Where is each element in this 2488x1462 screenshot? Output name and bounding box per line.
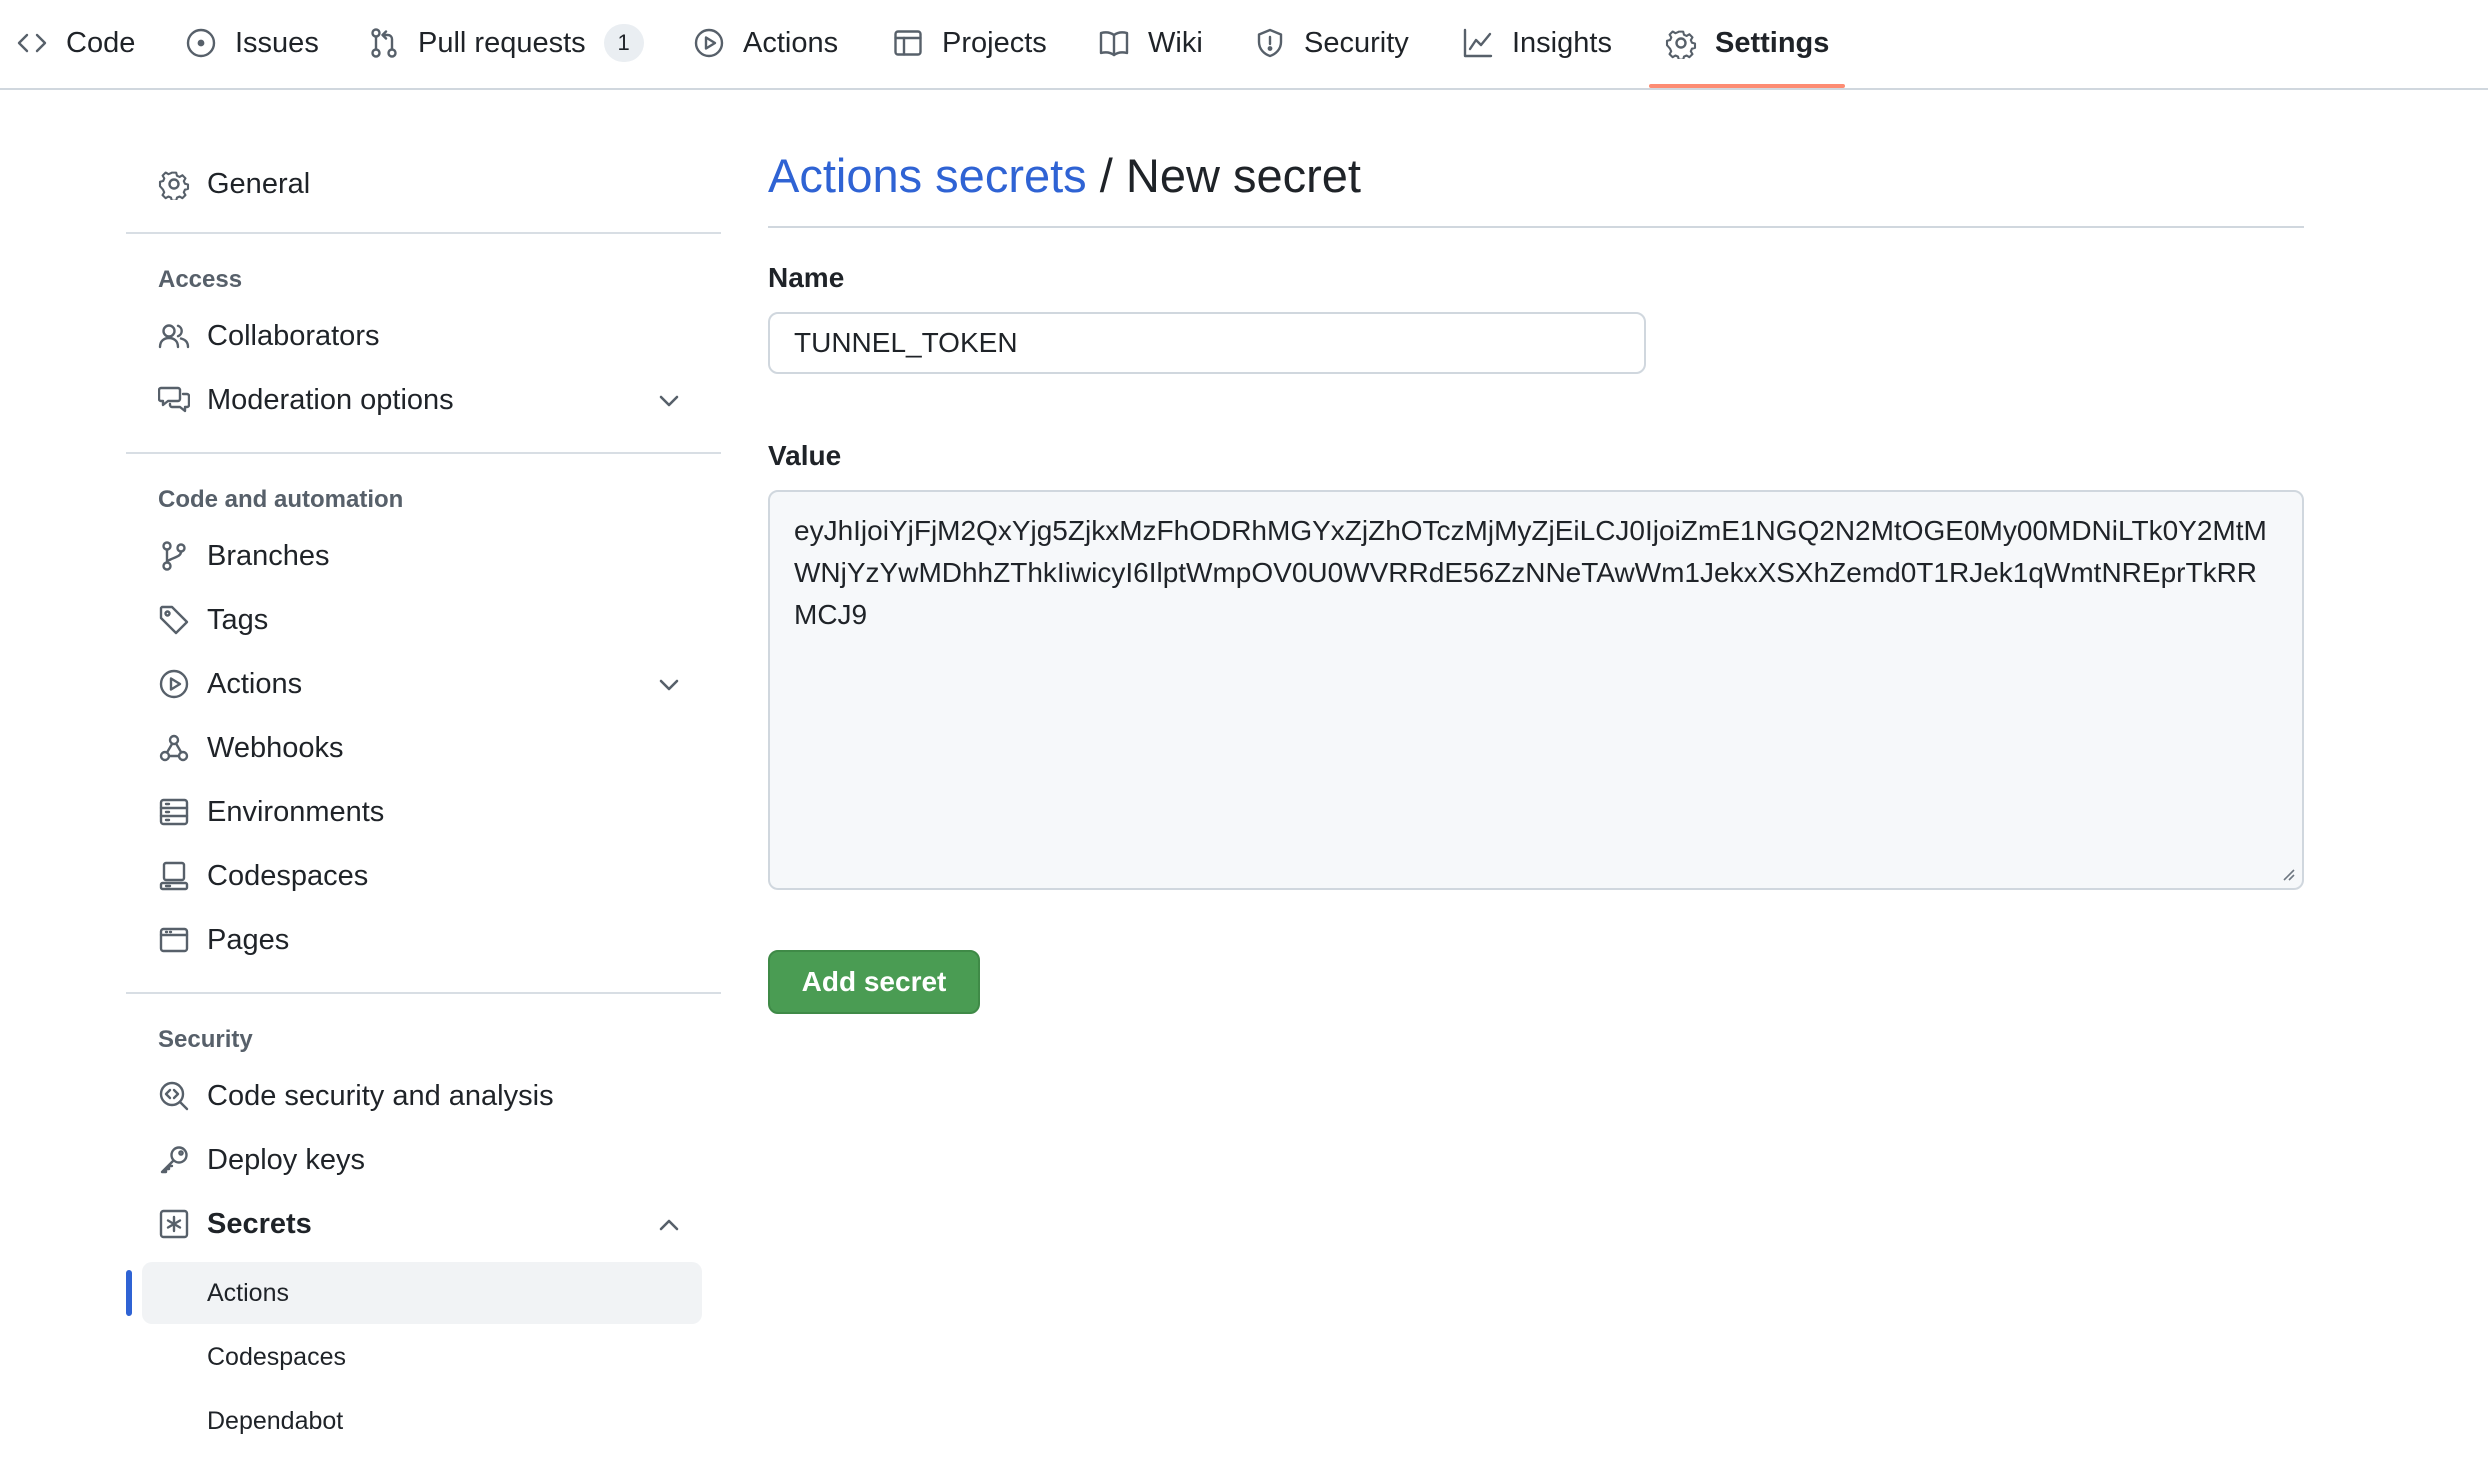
comment-discussion-icon	[158, 384, 190, 416]
sidebar-item-actions-label: Actions	[207, 667, 303, 700]
sidebar-subitem-secrets-dependabot[interactable]: Dependabot	[142, 1390, 702, 1452]
secret-name-input[interactable]	[768, 312, 1646, 374]
server-icon	[158, 796, 190, 828]
sidebar-item-general[interactable]: General	[126, 154, 706, 214]
tab-actions-label: Actions	[743, 26, 839, 59]
table-icon	[892, 27, 924, 59]
sidebar-heading-access: Access	[158, 266, 243, 293]
sidebar-heading-security: Security	[158, 1026, 253, 1053]
tab-issues-label: Issues	[235, 26, 319, 59]
sidebar-item-pages-label: Pages	[207, 923, 290, 956]
sidebar-item-code-security[interactable]: Code security and analysis	[126, 1066, 706, 1126]
tab-security[interactable]: Security	[1254, 0, 1409, 86]
repo-nav: Code Issues Pull requests 1 Actions Proj…	[0, 0, 2488, 90]
sidebar-item-tags[interactable]: Tags	[126, 590, 706, 650]
chevron-down-icon[interactable]	[656, 672, 682, 698]
book-icon	[1098, 27, 1130, 59]
chevron-up-icon[interactable]	[656, 1212, 682, 1238]
codespaces-icon	[158, 860, 190, 892]
browser-icon	[158, 924, 190, 956]
pull-requests-counter: 1	[603, 24, 644, 62]
gear-icon	[158, 168, 190, 200]
sidebar-item-tags-label: Tags	[207, 603, 269, 636]
tab-projects[interactable]: Projects	[892, 0, 1047, 86]
play-icon	[158, 668, 190, 700]
secret-value-text: eyJhIjoiYjFjM2QxYjg5ZjkxMzFhODRhMGYxZjZh…	[794, 515, 2267, 630]
codescan-icon	[158, 1080, 190, 1112]
breadcrumb-separator: /	[1086, 149, 1126, 202]
play-icon	[693, 27, 725, 59]
tab-code-label: Code	[66, 26, 136, 59]
secret-value-textarea[interactable]: eyJhIjoiYjFjM2QxYjg5ZjkxMzFhODRhMGYxZjZh…	[768, 490, 2304, 890]
sidebar-item-moderation-options-label: Moderation options	[207, 383, 454, 416]
sidebar-heading-code-automation: Code and automation	[158, 486, 404, 513]
sidebar-item-moderation-options[interactable]: Moderation options	[126, 370, 706, 430]
sidebar-subitem-actions-label: Actions	[207, 1278, 289, 1307]
sidebar-item-deploy-keys-label: Deploy keys	[207, 1143, 365, 1176]
tab-wiki[interactable]: Wiki	[1098, 0, 1203, 86]
code-icon	[16, 27, 48, 59]
webhook-icon	[158, 732, 190, 764]
tab-security-label: Security	[1304, 26, 1409, 59]
issue-opened-icon	[185, 27, 217, 59]
tab-pull-requests[interactable]: Pull requests 1	[368, 0, 644, 86]
sidebar-item-environments[interactable]: Environments	[126, 782, 706, 842]
sidebar-item-deploy-keys[interactable]: Deploy keys	[126, 1130, 706, 1190]
shield-icon	[1254, 27, 1286, 59]
add-secret-button[interactable]: Add secret	[768, 950, 980, 1014]
page-title: New secret	[1125, 149, 1361, 202]
sidebar-item-collaborators-label: Collaborators	[207, 319, 380, 352]
tab-insights-label: Insights	[1512, 26, 1612, 59]
tab-projects-label: Projects	[942, 26, 1047, 59]
tab-code[interactable]: Code	[16, 0, 135, 86]
tab-pull-requests-label: Pull requests	[418, 26, 586, 59]
gear-icon	[1665, 27, 1697, 59]
sidebar-item-branches-label: Branches	[207, 539, 330, 572]
people-icon	[158, 320, 190, 352]
sidebar-item-general-label: General	[207, 167, 311, 200]
git-branch-icon	[158, 540, 190, 572]
sidebar-item-secrets-label: Secrets	[207, 1207, 312, 1240]
sidebar-item-webhooks[interactable]: Webhooks	[126, 718, 706, 778]
git-pull-request-icon	[368, 27, 400, 59]
selected-indicator	[126, 1270, 132, 1316]
sidebar-item-codespaces[interactable]: Codespaces	[126, 846, 706, 906]
sidebar-divider	[126, 232, 721, 234]
chevron-down-icon[interactable]	[656, 388, 682, 414]
sidebar-subitem-secrets-actions[interactable]: Actions	[142, 1262, 702, 1324]
sidebar-item-environments-label: Environments	[207, 795, 385, 828]
sidebar-item-code-security-label: Code security and analysis	[207, 1079, 554, 1112]
tab-settings[interactable]: Settings	[1649, 0, 1846, 88]
tag-icon	[158, 604, 190, 636]
key-asterisk-icon	[158, 1208, 190, 1240]
breadcrumb-actions-secrets-link[interactable]: Actions secrets	[768, 149, 1087, 202]
sidebar-item-codespaces-label: Codespaces	[207, 859, 369, 892]
tab-insights[interactable]: Insights	[1462, 0, 1612, 86]
tab-settings-label: Settings	[1715, 26, 1830, 59]
sidebar-item-secrets[interactable]: Secrets	[126, 1194, 706, 1254]
sidebar-item-branches[interactable]: Branches	[126, 526, 706, 586]
sidebar-subitem-secrets-codespaces[interactable]: Codespaces	[142, 1326, 702, 1388]
sidebar-item-actions[interactable]: Actions	[126, 654, 706, 714]
sidebar-item-collaborators[interactable]: Collaborators	[126, 306, 706, 366]
breadcrumb: Actions secrets / New secret	[768, 148, 1361, 203]
sidebar-subitem-codespaces-label: Codespaces	[207, 1342, 346, 1371]
sidebar-item-webhooks-label: Webhooks	[207, 731, 344, 764]
tab-issues[interactable]: Issues	[185, 0, 319, 86]
tab-actions[interactable]: Actions	[693, 0, 838, 86]
sidebar-item-pages[interactable]: Pages	[126, 910, 706, 970]
sidebar-divider	[126, 452, 721, 454]
name-label: Name	[768, 262, 845, 293]
tab-wiki-label: Wiki	[1148, 26, 1203, 59]
resize-grip-icon[interactable]	[2280, 866, 2296, 882]
key-icon	[158, 1144, 190, 1176]
title-divider	[768, 226, 2304, 228]
graph-icon	[1462, 27, 1494, 59]
value-label: Value	[768, 440, 842, 471]
sidebar-subitem-dependabot-label: Dependabot	[207, 1406, 344, 1435]
active-tab-underline	[1649, 84, 1846, 88]
sidebar-divider	[126, 992, 721, 994]
